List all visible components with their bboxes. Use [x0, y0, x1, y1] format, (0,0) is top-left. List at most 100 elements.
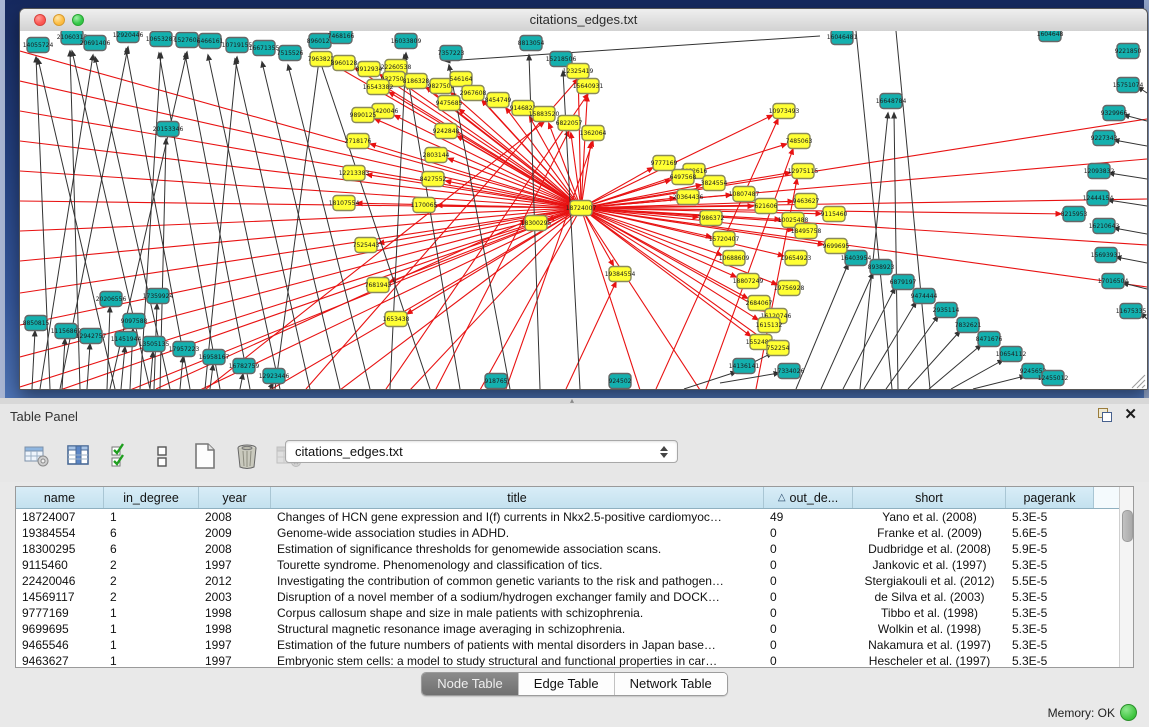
select-all-check-icon[interactable]: [106, 441, 136, 471]
network-node[interactable]: 12455012: [1038, 371, 1069, 386]
network-node[interactable]: 18807249: [733, 274, 764, 289]
cell-short[interactable]: Franke et al. (2009): [853, 525, 1006, 541]
cell-out_de[interactable]: 0: [764, 621, 853, 637]
network-node[interactable]: 546164: [450, 72, 473, 87]
cell-year[interactable]: 2012: [199, 573, 271, 589]
cell-name[interactable]: 14569117: [16, 589, 104, 605]
cell-year[interactable]: 2009: [199, 525, 271, 541]
cell-name[interactable]: 9465546: [16, 637, 104, 653]
table-row[interactable]: 969969511998Structural magnetic resonanc…: [16, 621, 1119, 637]
cell-name[interactable]: 9777169: [16, 605, 104, 621]
network-node[interactable]: 20206556: [96, 292, 127, 307]
cell-year[interactable]: 1997: [199, 653, 271, 667]
close-panel-icon[interactable]: ✕: [1124, 408, 1137, 422]
network-node[interactable]: 6879197: [890, 275, 917, 290]
network-node[interactable]: 9329966: [1101, 106, 1128, 121]
network-node[interactable]: 9221850: [1115, 44, 1142, 59]
network-node[interactable]: 16543382: [363, 80, 394, 95]
network-node[interactable]: 9463627: [793, 194, 820, 209]
float-window-icon[interactable]: [1098, 408, 1112, 422]
network-node[interactable]: 19654923: [781, 251, 812, 266]
network-node[interactable]: 7515526: [277, 46, 304, 61]
cell-title[interactable]: Embryonic stem cells: a model to study s…: [271, 653, 764, 667]
table-row[interactable]: 911546021997Tourette syndrome. Phenomeno…: [16, 557, 1119, 573]
column-header-name[interactable]: name: [16, 487, 104, 508]
network-node[interactable]: 918765: [485, 374, 508, 389]
network-node[interactable]: 8471676: [976, 332, 1003, 347]
table-row[interactable]: 977716911998Corpus callosum shape and si…: [16, 605, 1119, 621]
network-node[interactable]: 16046481: [827, 31, 858, 45]
cell-short[interactable]: Nakamura et al. (1997): [853, 637, 1006, 653]
network-node[interactable]: 18300295: [521, 216, 552, 231]
cell-out_de[interactable]: 0: [764, 541, 853, 557]
network-node[interactable]: 16958167: [199, 350, 230, 365]
column-header-in_degree[interactable]: in_degree: [104, 487, 199, 508]
network-node[interactable]: 16782759: [229, 359, 260, 374]
network-node[interactable]: 12093832: [1084, 164, 1115, 179]
cell-year[interactable]: 2008: [199, 541, 271, 557]
cell-pagerank[interactable]: 5.9E-5: [1006, 541, 1094, 557]
cell-name[interactable]: 22420046: [16, 573, 104, 589]
network-node[interactable]: 10654112: [996, 347, 1027, 362]
cell-in_degree[interactable]: 1: [104, 637, 199, 653]
network-node[interactable]: 20691406: [80, 36, 111, 51]
network-node[interactable]: 12975115: [788, 164, 819, 179]
cell-out_de[interactable]: 0: [764, 557, 853, 573]
cell-pagerank[interactable]: 5.3E-5: [1006, 621, 1094, 637]
network-node[interactable]: 8186328: [403, 74, 430, 89]
cell-title[interactable]: Structural magnetic resonance image aver…: [271, 621, 764, 637]
cell-title[interactable]: Disruption of a novel member of a sodium…: [271, 589, 764, 605]
network-node[interactable]: 15751074: [1113, 78, 1144, 93]
table-row[interactable]: 946362711997Embryonic stem cells: a mode…: [16, 653, 1119, 667]
cell-pagerank[interactable]: 5.3E-5: [1006, 653, 1094, 667]
network-canvas[interactable]: 1405572421060315206914061292044610653287…: [20, 31, 1147, 390]
cell-pagerank[interactable]: 5.6E-5: [1006, 525, 1094, 541]
cell-in_degree[interactable]: 2: [104, 557, 199, 573]
cell-title[interactable]: Corpus callosum shape and size in male p…: [271, 605, 764, 621]
cell-year[interactable]: 2003: [199, 589, 271, 605]
cell-short[interactable]: Dudbridge et al. (2008): [853, 541, 1006, 557]
network-node[interactable]: 10807487: [729, 187, 760, 202]
cell-year[interactable]: 1997: [199, 557, 271, 573]
network-node[interactable]: 9097588: [121, 314, 148, 329]
network-node[interactable]: 12325419: [563, 64, 594, 79]
window-titlebar[interactable]: citations_edges.txt: [20, 9, 1147, 32]
cell-pagerank[interactable]: 5.3E-5: [1006, 605, 1094, 621]
cell-name[interactable]: 18724007: [16, 509, 104, 525]
network-node[interactable]: 20153346: [153, 122, 184, 137]
network-node[interactable]: 15640931: [573, 79, 604, 94]
network-node[interactable]: 9777169: [651, 156, 678, 171]
network-node[interactable]: 19384554: [605, 267, 636, 282]
cell-in_degree[interactable]: 1: [104, 509, 199, 525]
cell-short[interactable]: Yano et al. (2008): [853, 509, 1006, 525]
network-node[interactable]: 16033809: [391, 34, 422, 49]
cell-out_de[interactable]: 0: [764, 605, 853, 621]
row-visibility-icon[interactable]: [148, 441, 178, 471]
network-node[interactable]: 20364436: [673, 190, 704, 205]
cell-pagerank[interactable]: 5.3E-5: [1006, 589, 1094, 605]
network-node[interactable]: 17359924: [143, 289, 174, 304]
cell-name[interactable]: 9115460: [16, 557, 104, 573]
tab-node-table[interactable]: Node Table: [422, 673, 518, 695]
network-node[interactable]: 924502: [609, 374, 632, 389]
cell-out_de[interactable]: 0: [764, 589, 853, 605]
network-node[interactable]: 15720407: [709, 232, 740, 247]
table-row[interactable]: 1872400712008Changes of HCN gene express…: [16, 509, 1119, 525]
network-node[interactable]: 10688609: [719, 251, 750, 266]
network-node[interactable]: 14136141: [729, 359, 760, 374]
resize-handle-icon[interactable]: [1132, 375, 1145, 388]
cell-title[interactable]: Investigating the contribution of common…: [271, 573, 764, 589]
network-node[interactable]: 16210643: [1089, 219, 1120, 234]
network-node[interactable]: 12942757: [76, 329, 107, 344]
network-node[interactable]: 9474444: [911, 289, 938, 304]
cell-in_degree[interactable]: 1: [104, 621, 199, 637]
cell-title[interactable]: Changes of HCN gene expression and I(f) …: [271, 509, 764, 525]
network-node[interactable]: 7525443: [353, 238, 380, 253]
network-node[interactable]: 2935114: [933, 303, 960, 318]
vertical-scrollbar[interactable]: [1119, 487, 1133, 667]
cell-pagerank[interactable]: 5.3E-5: [1006, 509, 1094, 525]
network-node[interactable]: 6497568: [670, 170, 697, 185]
table-settings-icon[interactable]: [22, 441, 52, 471]
tab-edge-table[interactable]: Edge Table: [518, 673, 614, 695]
network-node[interactable]: 6466161: [197, 34, 224, 49]
